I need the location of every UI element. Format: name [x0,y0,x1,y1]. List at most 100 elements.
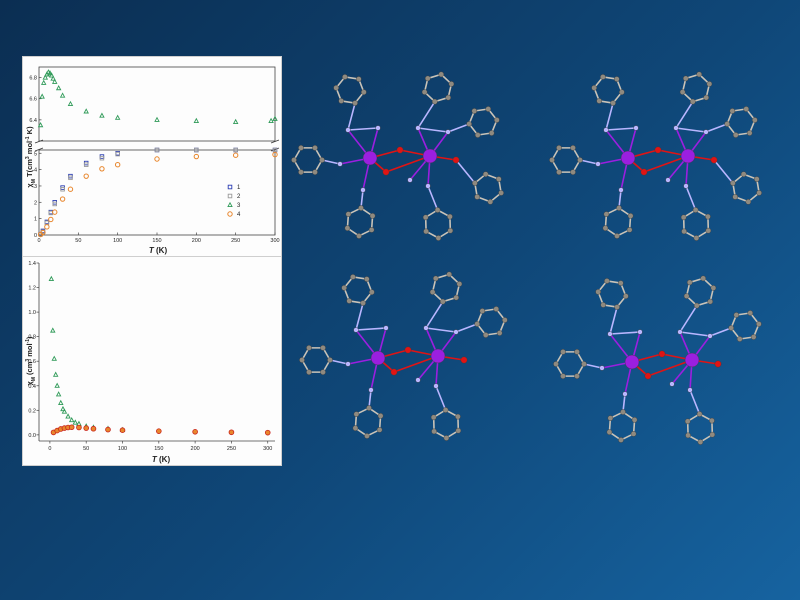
series-4-point [48,216,54,223]
carbon-atom [703,94,710,101]
carbon-atom [299,357,305,363]
nitrogen-atom [622,391,628,397]
carbon-atom [570,145,576,151]
carbon-atom [438,71,444,78]
x-tick-label: 250 [231,238,240,244]
carbon-atom [377,413,384,419]
y-tick-label: 5 [34,151,37,157]
carbon-atom [474,132,481,138]
nitrogen-atom [383,325,389,331]
series-3-point [39,93,45,99]
nitrogen-atom [595,161,601,167]
y-tick-label: 1.4 [28,261,36,267]
series-4-point [228,429,235,436]
molecule-bond [455,159,476,184]
legend-marker-3 [227,201,233,208]
legend-marker-1 [227,184,233,190]
legend-marker-2 [227,193,233,199]
series-3-point [51,355,57,361]
carbon-atom [750,334,757,340]
carbon-atom [363,276,370,282]
carbon-atom [756,321,762,327]
metal-atom [620,150,636,166]
carbon-atom [560,349,566,355]
carbon-atom [496,176,502,182]
carbon-atom [429,289,436,295]
carbon-atom [743,106,750,112]
carbon-atom [338,98,345,104]
legend-label-3: 3 [237,203,241,209]
carbon-atom [456,281,463,287]
carbon-atom [352,100,358,106]
x-tick-label: 250 [227,446,236,452]
carbon-atom [619,89,625,95]
molecule-bond [679,304,698,333]
carbon-atom [369,213,376,219]
metal-atom [370,350,386,366]
y-tick-label: 2 [34,200,37,206]
carbon-atom [600,302,607,308]
series-3-point [50,327,56,333]
y-tick-label: 0.0 [28,433,36,439]
molecule-bond [709,327,732,337]
carbon-atom [488,130,495,136]
carbon-atom [694,302,700,309]
nitrogen-atom [425,183,431,189]
series-4-point [99,166,105,172]
series-3-point [61,408,68,414]
carbon-atom [686,279,693,286]
carbon-atom [707,298,714,305]
carbon-atom [366,405,372,411]
carbon-atom [424,75,431,82]
series-4-point [156,428,162,434]
carbon-atom [581,361,587,367]
series-4-point [76,424,82,431]
metal-atom [680,148,696,164]
nitrogen-atom [703,129,709,135]
carbon-atom [693,235,700,241]
carbon-atom [600,74,606,80]
carbon-atom [733,312,740,318]
carbon-atom [298,169,304,175]
carbon-atom [494,117,500,123]
carbon-atom [627,213,634,219]
carbon-atom [631,417,638,423]
carbon-atom [706,81,713,87]
series-4-point [52,209,58,215]
series-3-point [40,79,47,85]
carbon-atom [453,294,460,301]
carbon-atom [361,89,367,95]
legend-label-4: 4 [237,212,241,218]
carbon-atom [705,227,712,234]
y-tick-label: 3 [34,184,37,190]
nitrogen-atom [665,177,671,183]
molecule-bond [425,300,444,329]
carbon-atom [549,157,555,163]
series-3-point [52,371,59,377]
series-3-point [99,112,105,118]
series-4-point [44,224,50,230]
carbon-atom [724,121,730,127]
carbon-atom [705,213,711,220]
molecule-structure-4 [553,275,762,445]
x-tick-label: 200 [192,238,201,244]
carbon-atom [360,300,366,306]
molecule-bond [447,123,470,133]
series-4-point [154,156,160,162]
nitrogen-atom [445,129,451,135]
molecule-bond [609,331,641,335]
carbon-atom [443,435,450,441]
x-tick-label: 0 [48,446,51,452]
carbon-atom [747,310,754,316]
carbon-atom [356,233,362,239]
carbon-atom [455,427,462,434]
carbon-atom [602,225,609,231]
carbon-atom [616,205,622,211]
y-tick-label: 0.2 [28,408,36,414]
carbon-atom [448,81,455,87]
series-4-point [192,428,198,435]
nitrogen-atom [633,125,639,131]
y-tick-label: 0 [34,233,37,239]
nitrogen-atom [683,183,689,189]
carbon-atom [306,369,312,375]
